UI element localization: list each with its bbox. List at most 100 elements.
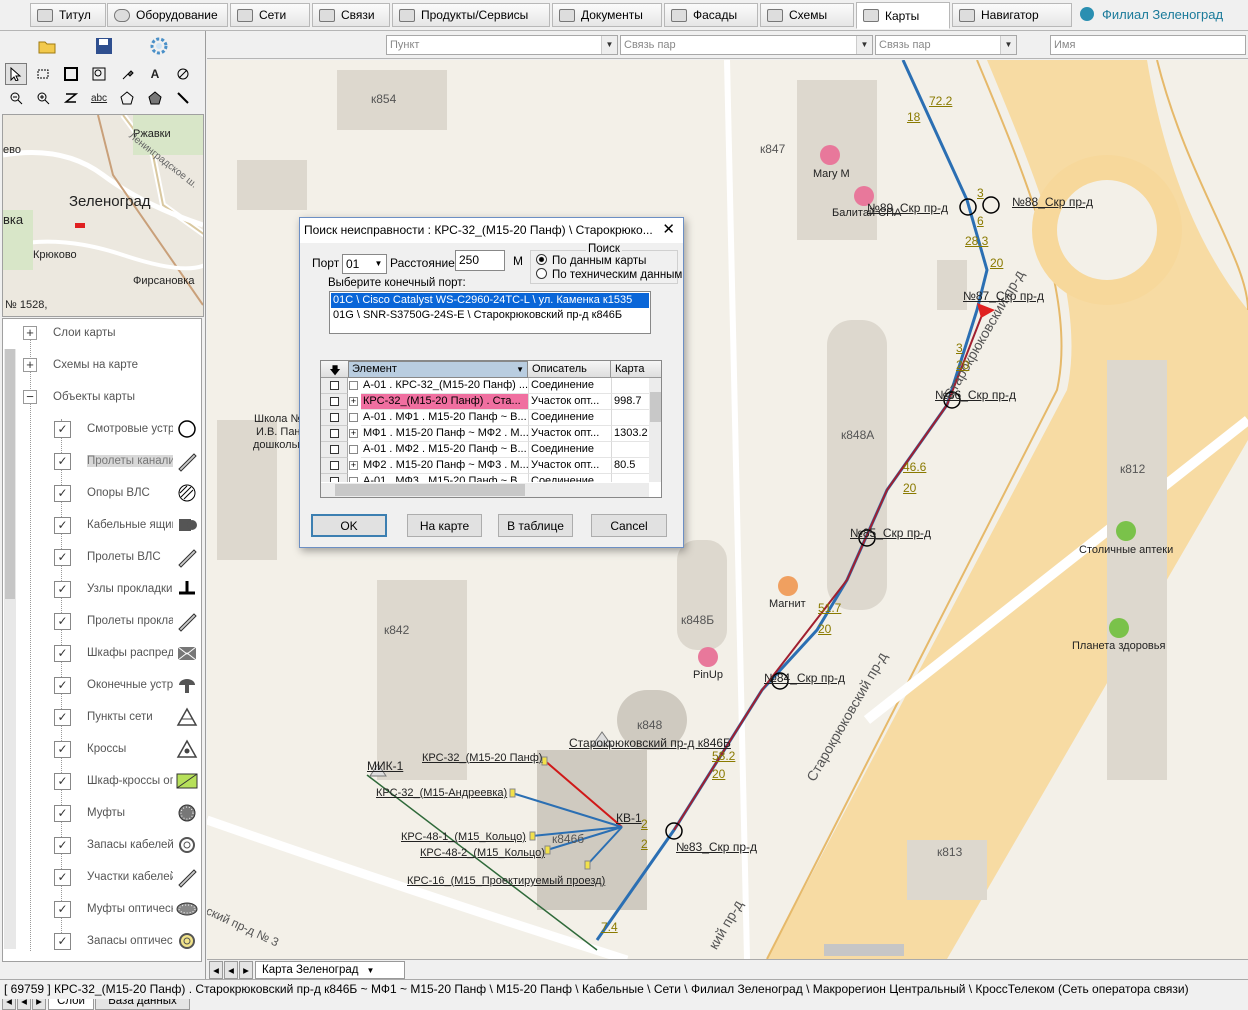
- cable-label[interactable]: КРС-32_(М15-Андреевка): [376, 787, 507, 799]
- checkbox[interactable]: ✓: [54, 836, 71, 854]
- tree-item[interactable]: ✓ Муфты: [3, 799, 201, 827]
- expand-plus-icon[interactable]: +: [349, 397, 358, 406]
- tab-maps[interactable]: Карты: [856, 2, 950, 29]
- tree-item[interactable]: ✓ Запасы оптичес: [3, 927, 201, 955]
- checkbox[interactable]: ✓: [54, 420, 71, 438]
- ok-button[interactable]: OK: [311, 514, 387, 537]
- tab-schemes[interactable]: Схемы: [760, 3, 854, 27]
- in-table-button[interactable]: В таблице: [498, 514, 573, 537]
- zigzag-tool[interactable]: [60, 87, 82, 109]
- tab-documents[interactable]: Документы: [552, 3, 662, 27]
- frame-tool[interactable]: [60, 63, 82, 85]
- on-map-button[interactable]: На карте: [407, 514, 482, 537]
- well-label[interactable]: №84_Скр пр-д: [764, 671, 845, 685]
- checkbox[interactable]: ✓: [54, 676, 71, 694]
- filled-polygon-tool[interactable]: [144, 87, 166, 109]
- grid-row[interactable]: А-01 . МФ3 . М15-20 Панф ~ В... Соединени…: [321, 474, 651, 482]
- save-button[interactable]: [93, 35, 115, 57]
- checkbox[interactable]: ✓: [54, 452, 71, 470]
- grid-row[interactable]: + КРС-32_(М15-20 Панф) . Ста... Участок оп…: [321, 394, 651, 410]
- tree-item[interactable]: ✓ Пролеты канали: [3, 447, 201, 475]
- line-tool[interactable]: [172, 87, 194, 109]
- zoom-out-tool[interactable]: [5, 87, 27, 109]
- map-tab-prev-button[interactable]: ◂: [224, 961, 238, 979]
- expander-icon[interactable]: +: [23, 358, 37, 372]
- map-tab-next-button[interactable]: ▸: [239, 961, 253, 979]
- port-option[interactable]: 01G \ SNR-S3750G-24S-E \ Старокрюковский…: [331, 308, 649, 323]
- column-element[interactable]: Элемент ▼: [348, 361, 528, 378]
- row-selector[interactable]: [321, 442, 348, 458]
- checkbox[interactable]: ✓: [54, 612, 71, 630]
- radio-by-map[interactable]: По данным карты: [536, 254, 646, 267]
- grid-row[interactable]: + МФ1 . М15-20 Панф ~ МФ2 . М... Участок о…: [321, 426, 651, 442]
- distance-input[interactable]: 250: [455, 250, 505, 271]
- polygon-tool[interactable]: [116, 87, 138, 109]
- cross-label[interactable]: МИК-1: [367, 759, 403, 773]
- well-label[interactable]: №86_Скр пр-д: [935, 388, 1016, 402]
- grid-row[interactable]: + МФ2 . М15-20 Панф ~ МФ3 . М... Участок о…: [321, 458, 651, 474]
- expand-plus-icon[interactable]: +: [349, 429, 358, 438]
- checkbox[interactable]: ✓: [54, 516, 71, 534]
- pick-tool[interactable]: [116, 63, 138, 85]
- row-selector[interactable]: [321, 458, 348, 474]
- expander-icon[interactable]: +: [23, 326, 37, 340]
- radio-by-tech[interactable]: По техническим данным: [536, 268, 682, 281]
- cable-label[interactable]: КРС-16_(М15_Проектируемый проезд): [407, 875, 605, 887]
- checkbox[interactable]: ✓: [54, 548, 71, 566]
- tree-item[interactable]: ✓ Узлы прокладки: [3, 575, 201, 603]
- grid-row[interactable]: А-01 . МФ2 . М15-20 Панф ~ В... Соединени…: [321, 442, 651, 458]
- row-selector[interactable]: [321, 394, 348, 410]
- close-icon[interactable]: ✕: [662, 218, 675, 242]
- tree-group[interactable]: + Схемы на карте: [3, 351, 201, 379]
- tree-item[interactable]: ✓ Оконечные устр: [3, 671, 201, 699]
- well-label[interactable]: №83_Скр пр-д: [676, 840, 757, 854]
- tree-item[interactable]: ✓ Шкаф-кроссы оп: [3, 767, 201, 795]
- tab-products[interactable]: Продукты/Сервисы: [392, 3, 550, 27]
- tree-item[interactable]: ✓ Кроссы: [3, 735, 201, 763]
- tree-scrollbar[interactable]: [4, 349, 16, 949]
- tab-links[interactable]: Связи: [312, 3, 390, 27]
- checkbox[interactable]: ✓: [54, 772, 71, 790]
- checkbox[interactable]: ✓: [54, 740, 71, 758]
- expand-plus-icon[interactable]: +: [349, 461, 358, 470]
- port-select[interactable]: 01 ▼: [342, 254, 387, 274]
- checkbox[interactable]: ✓: [54, 804, 71, 822]
- tree-item[interactable]: ✓ Запасы кабелей: [3, 831, 201, 859]
- sort-down-icon[interactable]: 🡇: [325, 362, 345, 377]
- overview-map[interactable]: Ржавки Ленинградское ш. ево Зеленоград в…: [2, 114, 204, 317]
- tab-facades[interactable]: Фасады: [664, 3, 758, 27]
- cable-label[interactable]: КРС-32_(М15-20 Панф): [422, 752, 542, 764]
- tree-item[interactable]: ✓ Участки кабелей: [3, 863, 201, 891]
- tree-item[interactable]: ✓ Пункты сети: [3, 703, 201, 731]
- checkbox[interactable]: ✓: [54, 868, 71, 886]
- cable-label[interactable]: КРС-48-1_(М15_Кольцо): [401, 831, 526, 843]
- name-input[interactable]: Имя: [1050, 35, 1246, 55]
- cancel-button[interactable]: Cancel: [591, 514, 667, 537]
- checkbox[interactable]: ✓: [54, 900, 71, 918]
- tree-group[interactable]: − Объекты карты: [3, 383, 201, 411]
- tab-navigator[interactable]: Навигатор: [952, 3, 1072, 27]
- tree-item[interactable]: ✓ Опоры ВЛС: [3, 479, 201, 507]
- well-label[interactable]: №87_Скр пр-д: [963, 289, 1044, 303]
- tree-item[interactable]: ✓ Пролеты прокла: [3, 607, 201, 635]
- row-selector[interactable]: [321, 426, 348, 442]
- scrollbar-thumb[interactable]: [5, 349, 15, 599]
- column-descriptor[interactable]: Описатель: [529, 361, 611, 378]
- point-select[interactable]: Пункт ▼: [386, 35, 618, 55]
- zoom-frame-tool[interactable]: [88, 63, 110, 85]
- scrollbar-thumb[interactable]: [335, 484, 525, 496]
- tree-item[interactable]: ✓ Смотровые устр: [3, 415, 201, 443]
- row-selector[interactable]: [321, 410, 348, 426]
- open-folder-button[interactable]: [37, 35, 59, 57]
- checkbox[interactable]: ✓: [54, 580, 71, 598]
- link-select-1[interactable]: Связь пар ▼: [620, 35, 873, 55]
- text-tool[interactable]: A: [144, 63, 166, 85]
- label-tool[interactable]: abc: [88, 87, 110, 109]
- zoom-in-tool[interactable]: [32, 87, 54, 109]
- well-label[interactable]: №85_Скр пр-д: [850, 526, 931, 540]
- well-label[interactable]: №88_Скр пр-д: [1012, 195, 1093, 209]
- row-selector[interactable]: [321, 474, 348, 482]
- tree-item[interactable]: ✓ Пролеты ВЛС: [3, 543, 201, 571]
- checkbox[interactable]: ✓: [54, 708, 71, 726]
- port-option-selected[interactable]: 01C \ Cisco Catalyst WS-C2960-24TC-L \ у…: [331, 293, 649, 308]
